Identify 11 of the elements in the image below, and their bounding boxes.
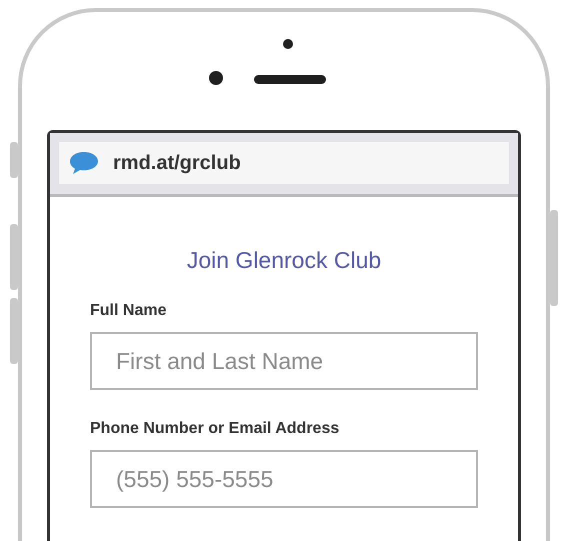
- url-text: rmd.at/grclub: [113, 152, 241, 174]
- input-field[interactable]: First and Last Name: [90, 332, 478, 390]
- field-label: Phone Number or Email Address: [90, 420, 340, 438]
- speech-bubble-icon: [69, 151, 99, 175]
- form-title: Join Glenrock Club: [186, 247, 382, 274]
- camera-dot: [209, 71, 223, 85]
- address-field[interactable]: rmd.at/grclub: [59, 142, 509, 184]
- sensor-dot: [283, 39, 293, 49]
- input-field[interactable]: (555) 555-5555: [90, 450, 478, 508]
- speaker-bar: [254, 75, 326, 84]
- field-label: Full Name: [90, 302, 168, 320]
